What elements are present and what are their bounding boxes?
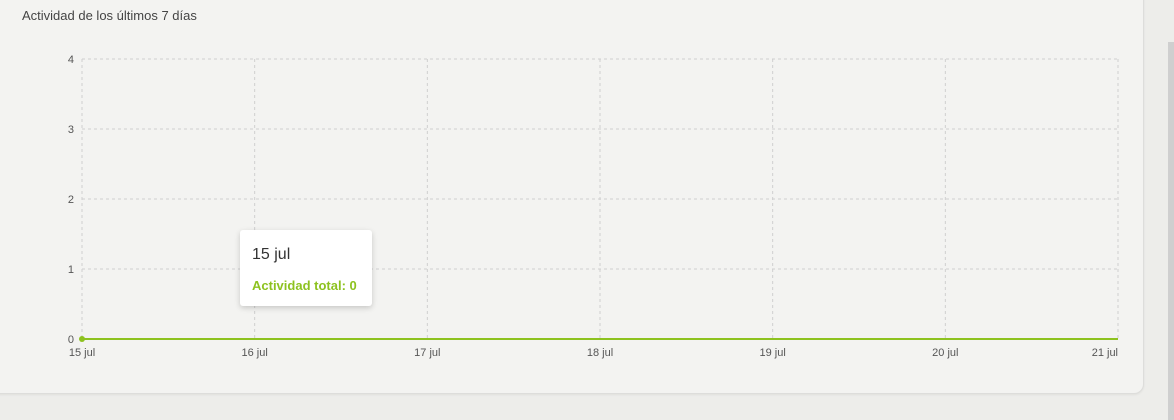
y-tick-label: 4 xyxy=(68,54,74,66)
tooltip-date: 15 jul xyxy=(252,246,291,263)
y-tick-label: 0 xyxy=(68,334,74,346)
y-tick-labels: 0 1 2 3 4 xyxy=(68,54,74,346)
x-tick-label: 17 jul xyxy=(414,347,440,359)
tooltip-value: Actividad total: 0 xyxy=(252,278,357,293)
activity-line-chart[interactable]: 0 1 2 3 4 15 jul 16 jul 17 jul 18 jul 19 jul 20 j… xyxy=(0,0,1174,420)
x-tick-label: 15 jul xyxy=(69,347,95,359)
x-tick-label: 21 jul xyxy=(1092,347,1118,359)
chart-tooltip: 15 jul Actividad total: 0 xyxy=(240,230,372,306)
y-tick-label: 1 xyxy=(68,264,74,276)
x-tick-label: 18 jul xyxy=(587,347,613,359)
y-tick-label: 2 xyxy=(68,194,74,206)
data-points[interactable] xyxy=(79,336,85,342)
x-tick-labels: 15 jul 16 jul 17 jul 18 jul 19 jul 20 jul 21 j… xyxy=(69,347,1118,359)
grid-lines xyxy=(81,58,1119,339)
page-scrollbar[interactable] xyxy=(1168,42,1174,420)
x-tick-label: 20 jul xyxy=(932,347,958,359)
x-tick-label: 19 jul xyxy=(760,347,786,359)
x-tick-label: 16 jul xyxy=(242,347,268,359)
data-point[interactable] xyxy=(79,336,85,342)
y-tick-label: 3 xyxy=(68,124,74,136)
